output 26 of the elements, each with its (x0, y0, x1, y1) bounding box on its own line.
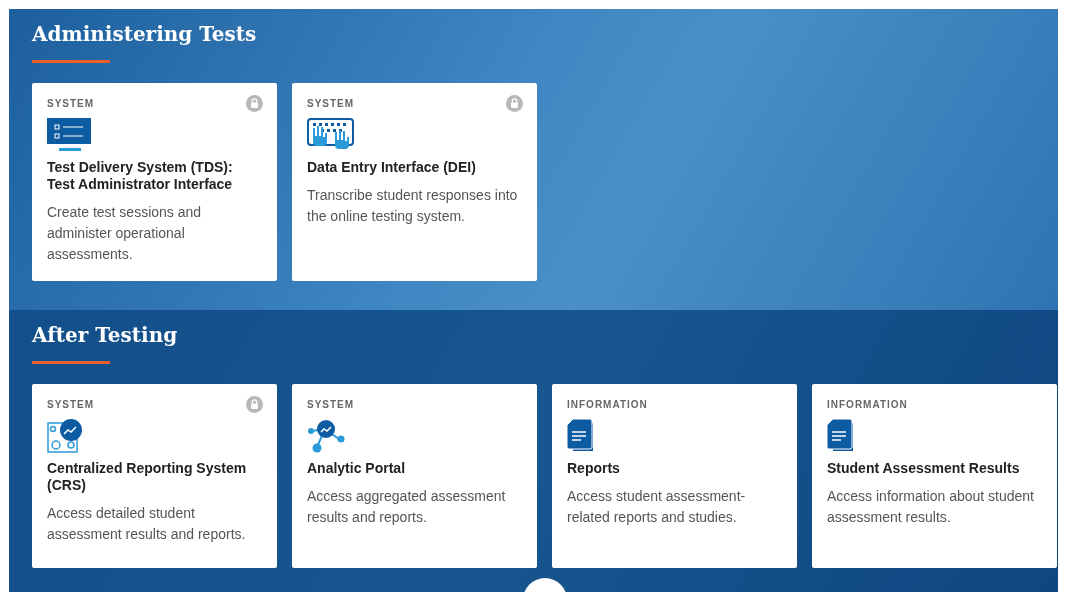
card[interactable]: SYSTEM Centralized Reporting System (CRS) Access detailed student assessment results and reports. (32, 384, 277, 568)
card[interactable]: INFORMATION Student Assessment Results Access information about student assessment results. (812, 384, 1057, 568)
section-title: Administering Tests (32, 21, 258, 48)
card-title: Reports (567, 460, 621, 477)
card-title: Test Delivery System (TDS): Test Administrator Interface (47, 159, 234, 193)
card[interactable]: INFORMATION Reports Access student assessment-related reports and studies. (552, 384, 797, 568)
section-title: After Testing (32, 322, 179, 349)
card-category: INFORMATION (827, 399, 908, 411)
card-category: SYSTEM (47, 98, 95, 110)
card-category: INFORMATION (567, 399, 648, 411)
card-description: Access student assessment-related reports and studies. (567, 487, 747, 527)
card-description: Create test sessions and administer operational assessments. (47, 203, 203, 264)
card[interactable]: SYSTEM Analytic Portal Access aggregated assessment results and reports. (292, 384, 537, 568)
card-description: Transcribe student responses into the online testing system. (307, 186, 519, 226)
card-title: Centralized Reporting System (CRS) (47, 460, 248, 494)
card-description: Access aggregated assessment results and reports. (307, 487, 507, 527)
card-description: Access information about student assessment results. (827, 487, 1035, 527)
card[interactable]: SYSTEM Data Entry Interface (DEI) Transcribe student responses into the online testing system. (292, 83, 537, 281)
card[interactable]: SYSTEM Test Delivery System (TDS): Test Administrator Interface Create test sessions and administer operational assessments. (32, 83, 277, 281)
card-category: SYSTEM (307, 399, 355, 411)
card-category: SYSTEM (307, 98, 355, 110)
card-category: SYSTEM (47, 399, 95, 411)
card-title: Analytic Portal (307, 460, 407, 477)
card-title: Data Entry Interface (DEI) (307, 159, 477, 176)
card-title: Student Assessment Results (827, 460, 1021, 477)
card-description: Access detailed student assessment results and reports. (47, 504, 247, 544)
